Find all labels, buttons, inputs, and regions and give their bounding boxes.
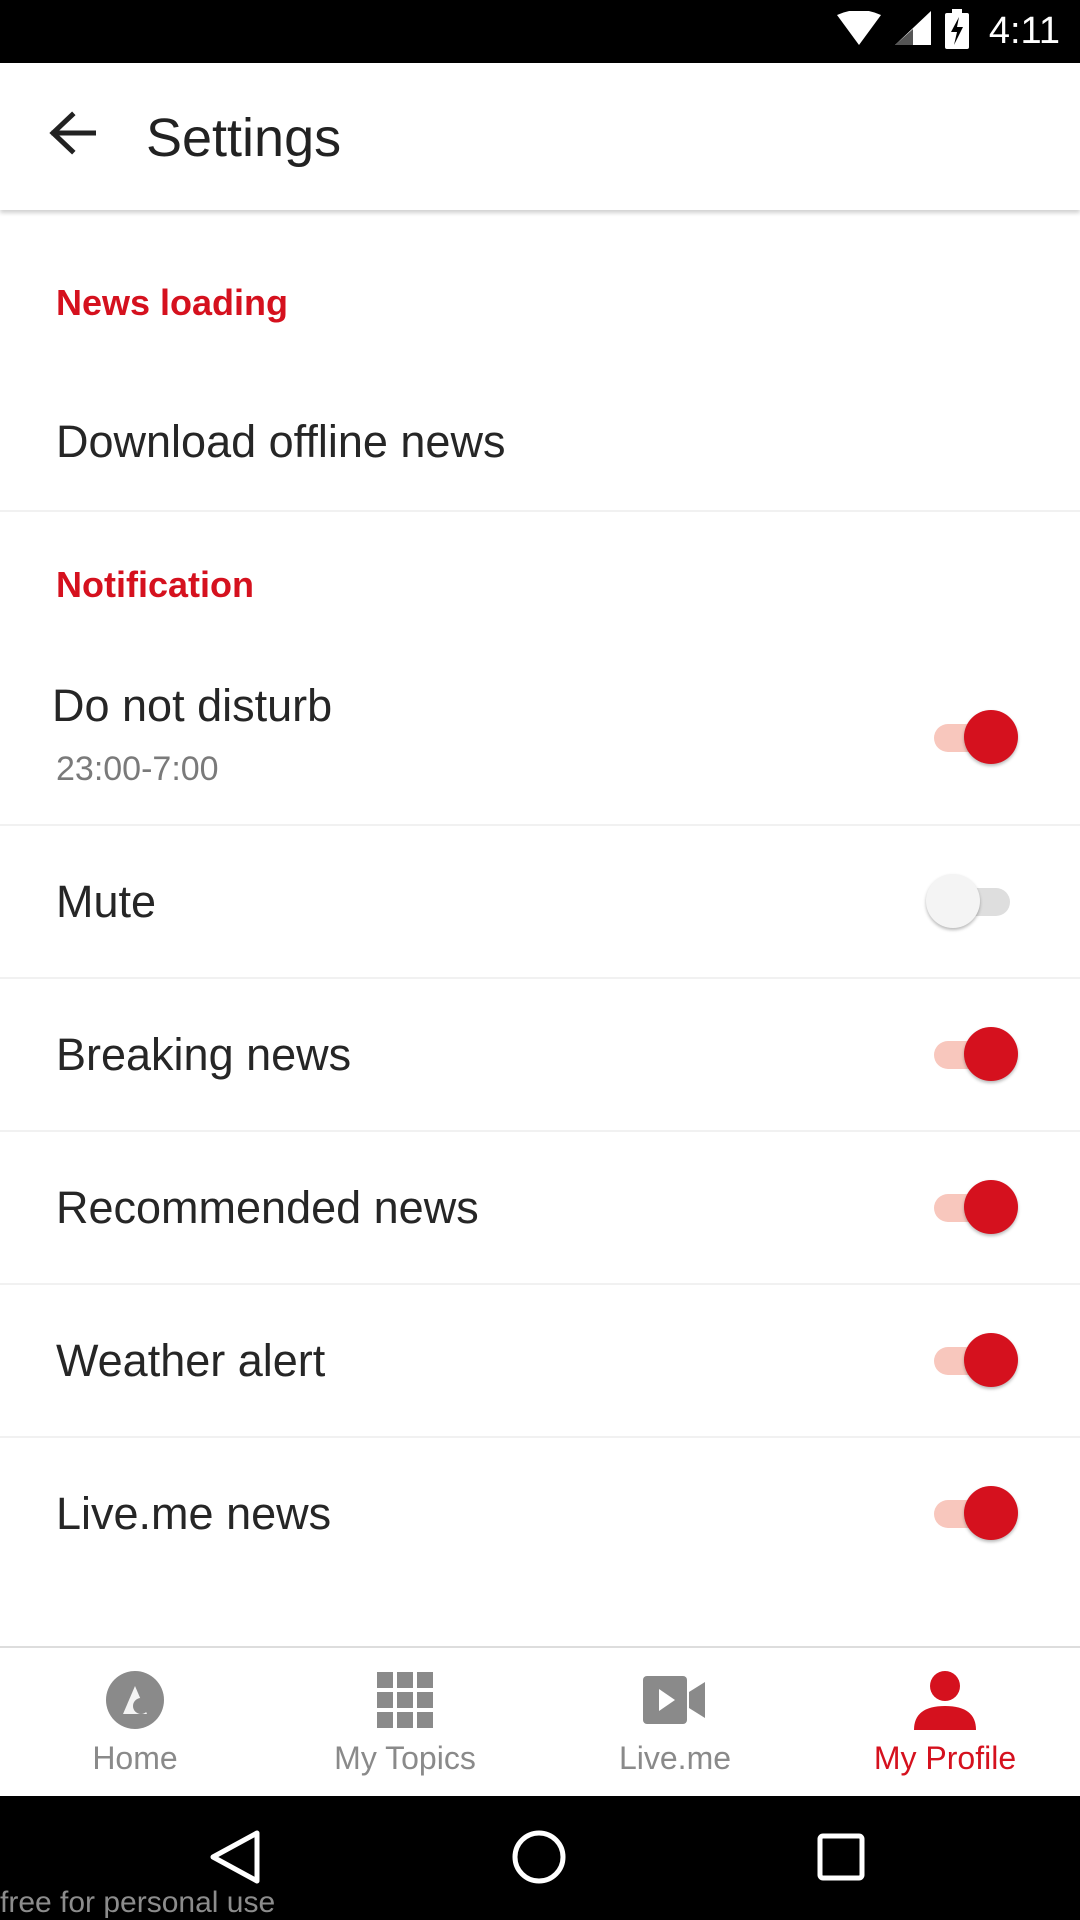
row-recommended-news[interactable]: Recommended news <box>0 1132 1080 1285</box>
home-icon <box>103 1670 167 1730</box>
row-title: Mute <box>56 876 157 927</box>
grid-icon <box>373 1670 437 1730</box>
row-breaking-news[interactable]: Breaking news <box>0 979 1080 1132</box>
back-button[interactable] <box>30 93 114 177</box>
battery-charging-icon <box>944 9 969 54</box>
nav-item-home[interactable]: Home <box>0 1648 270 1798</box>
system-nav-bar: free for personal use <box>0 1796 1080 1920</box>
row-title: Breaking news <box>56 1029 352 1080</box>
back-triangle-icon <box>209 1829 261 1890</box>
row-weather-alert[interactable]: Weather alert <box>0 1285 1080 1438</box>
home-circle-icon <box>511 1829 567 1890</box>
person-icon <box>913 1670 977 1730</box>
row-title: Recommended news <box>56 1182 479 1233</box>
status-time: 4:11 <box>988 10 1060 52</box>
recents-square-icon <box>816 1832 866 1887</box>
row-download-offline-news[interactable]: Download offline news <box>0 360 1080 512</box>
video-icon <box>643 1670 707 1730</box>
toggle-recommended-news[interactable] <box>926 1180 1018 1236</box>
system-recents-button[interactable] <box>806 1824 876 1894</box>
row-title: Weather alert <box>56 1335 326 1386</box>
row-title: Download offline news <box>56 416 506 467</box>
nav-label: My Topics <box>334 1740 476 1776</box>
arrow-left-icon <box>48 110 97 160</box>
nav-label: Home <box>92 1740 178 1776</box>
row-mute[interactable]: Mute <box>0 826 1080 979</box>
settings-list: News loading Download offline news Notif… <box>0 210 1080 1646</box>
toggle-weather-alert[interactable] <box>926 1333 1018 1389</box>
row-live-me-news[interactable]: Live.me news <box>0 1438 1080 1589</box>
toggle-breaking-news[interactable] <box>926 1027 1018 1083</box>
row-subtitle: 23:00-7:00 <box>56 750 219 788</box>
row-do-not-disturb[interactable]: Do not disturb 23:00-7:00 <box>0 650 1080 826</box>
nav-item-my-profile[interactable]: My Profile <box>810 1648 1080 1798</box>
page-title: Settings <box>146 108 342 168</box>
section-header-notification: Notification <box>56 564 254 605</box>
toolbar: Settings <box>0 63 1080 210</box>
toggle-live-me-news[interactable] <box>926 1486 1018 1542</box>
status-bar: 4:11 <box>0 0 1080 63</box>
row-title: Live.me news <box>56 1488 332 1539</box>
nav-label: My Profile <box>873 1740 1017 1776</box>
nav-item-my-topics[interactable]: My Topics <box>270 1648 540 1798</box>
settings-screen: 4:11 Settings News loading Download offl… <box>0 0 1080 1920</box>
row-title: Do not disturb <box>52 680 333 731</box>
system-back-button[interactable] <box>200 1824 270 1894</box>
status-icons: 4:11 <box>836 0 1060 63</box>
nav-label: Live.me <box>618 1740 732 1776</box>
bottom-nav: Home My Topics Live.me My Profile <box>0 1646 1080 1798</box>
system-home-button[interactable] <box>504 1824 574 1894</box>
watermark-text: free for personal use <box>0 1886 276 1919</box>
toggle-mute[interactable] <box>926 874 1018 930</box>
cell-signal-icon <box>894 11 931 52</box>
toggle-do-not-disturb[interactable] <box>926 710 1018 766</box>
wifi-icon <box>836 10 881 52</box>
section-header-news-loading: News loading <box>56 282 289 323</box>
nav-item-live-me[interactable]: Live.me <box>540 1648 810 1798</box>
